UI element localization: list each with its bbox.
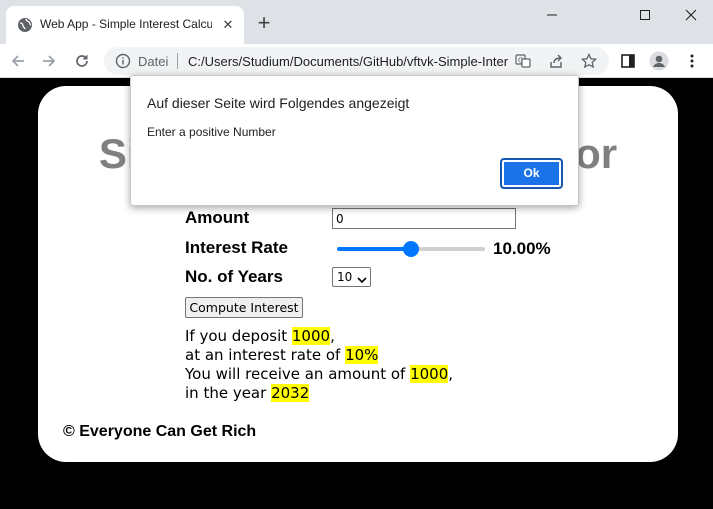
maximize-button[interactable] xyxy=(622,0,668,30)
result-line-year: in the year 2032 xyxy=(185,384,310,402)
new-tab-button[interactable]: + xyxy=(252,12,276,36)
minimize-button[interactable] xyxy=(529,0,575,30)
rate-result-value: 10% xyxy=(345,346,379,364)
footer-copyright: © Everyone Can Get Rich xyxy=(63,423,257,440)
result-line-deposit: If you deposit 1000, xyxy=(185,327,335,345)
address-bar[interactable]: Datei C:/Users/Studium/Documents/GitHub/… xyxy=(104,47,609,75)
reload-button[interactable] xyxy=(70,49,94,73)
deposit-value: 1000 xyxy=(291,327,331,345)
scheme-label: Datei xyxy=(138,54,169,69)
alert-dialog: Auf dieser Seite wird Folgendes angezeig… xyxy=(130,75,579,206)
side-panel-icon[interactable] xyxy=(616,49,640,73)
translate-icon[interactable]: G xyxy=(514,52,532,70)
divider xyxy=(177,53,178,69)
ok-button[interactable]: Ok xyxy=(500,158,563,189)
tab-title: Web App - Simple Interest Calculator xyxy=(40,17,212,31)
tab-strip: Web App - Simple Interest Calculator ✕ + xyxy=(0,0,713,44)
forward-button[interactable] xyxy=(37,49,61,73)
share-icon[interactable] xyxy=(547,52,565,70)
close-window-button[interactable] xyxy=(668,0,713,30)
result-line-rate: at an interest rate of 10% xyxy=(185,346,379,364)
bookmark-star-icon[interactable] xyxy=(580,52,598,70)
back-button[interactable] xyxy=(6,49,30,73)
menu-kebab-icon[interactable] xyxy=(680,49,704,73)
info-icon[interactable] xyxy=(115,53,131,69)
dialog-message: Enter a positive Number xyxy=(147,125,276,139)
result-line-amount: You will receive an amount of 1000, xyxy=(185,365,454,383)
amount-result-value: 1000 xyxy=(410,365,449,383)
globe-icon xyxy=(17,17,33,33)
url-text[interactable]: C:/Users/Studium/Documents/GitHub/vftvk-… xyxy=(188,54,508,69)
result-text: If you deposit 1000, at an interest rate… xyxy=(185,327,585,403)
year-result-value: 2032 xyxy=(271,384,310,402)
dialog-title: Auf dieser Seite wird Folgendes angezeig… xyxy=(147,95,410,111)
compute-interest-button[interactable]: Compute Interest xyxy=(185,297,303,318)
profile-avatar[interactable] xyxy=(647,49,671,73)
browser-toolbar: Datei C:/Users/Studium/Documents/GitHub/… xyxy=(0,44,713,78)
browser-tab[interactable]: Web App - Simple Interest Calculator ✕ xyxy=(6,6,244,44)
close-tab-icon[interactable]: ✕ xyxy=(220,17,236,33)
